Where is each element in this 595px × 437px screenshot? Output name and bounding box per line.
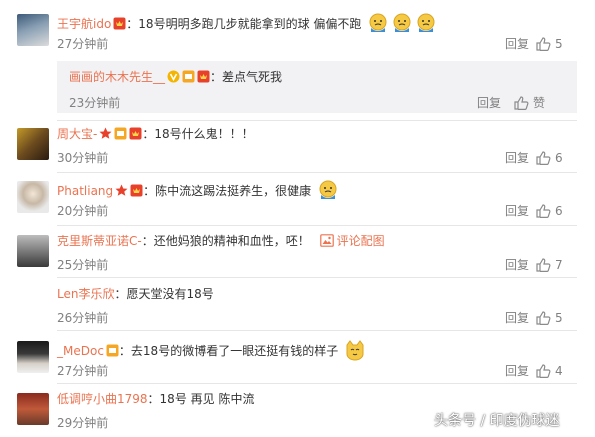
like-button[interactable]: 7	[535, 257, 577, 273]
reply-button[interactable]: 回复	[505, 203, 529, 219]
doge-emoji-icon	[319, 180, 337, 199]
like-count: 6	[555, 204, 563, 218]
comment-time: 29分钟前	[57, 416, 109, 430]
comment-text: ：还他妈狼的精神和血性，呸！	[141, 234, 310, 248]
comment-text: ：陈中流这踢法挺养生，很健康	[143, 184, 312, 198]
comment-text: ：18号 再见 陈中流	[147, 392, 255, 406]
comment-text: ：去18号的微博看了一眼还挺有钱的样子	[118, 344, 339, 358]
sub-comment-username[interactable]: 画画的木木先生__	[69, 70, 165, 84]
doge-emoji-icon	[369, 13, 387, 32]
reply-button[interactable]: 回复	[505, 257, 529, 273]
like-button[interactable]: 5	[535, 36, 577, 52]
comment-divider	[57, 172, 577, 173]
thumbs-up-icon	[536, 151, 551, 165]
thumbs-up-icon	[536, 364, 551, 378]
like-label: 赞	[533, 96, 546, 110]
image-icon	[319, 234, 334, 247]
member-crown-icon[interactable]	[130, 184, 143, 197]
comment-divider	[57, 277, 577, 278]
like-count: 6	[555, 151, 563, 165]
comment-username[interactable]: 周大宝-	[57, 127, 97, 141]
sub-comment-text: ：差点气死我	[210, 70, 283, 84]
comment-divider	[57, 225, 577, 226]
fan-badge-icon	[106, 344, 119, 357]
thumbs-up-icon	[514, 96, 529, 110]
comment-username[interactable]: Len李乐欣	[57, 287, 114, 301]
like-count: 5	[555, 37, 563, 51]
reply-button[interactable]: 回复	[477, 95, 501, 111]
like-button[interactable]: 6	[535, 203, 577, 219]
comment-text: ：18号什么鬼！！！	[142, 127, 254, 141]
member-crown-icon[interactable]	[113, 17, 126, 30]
comment-time: 25分钟前	[57, 258, 109, 272]
reply-button[interactable]: 回复	[505, 36, 529, 52]
reply-button[interactable]: 回复	[505, 150, 529, 166]
thumbs-up-icon	[536, 204, 551, 218]
cat-face-emoji-icon	[346, 340, 364, 361]
like-button[interactable]: 6	[535, 150, 577, 166]
comment-time: 27分钟前	[57, 364, 109, 378]
like-count: 5	[555, 311, 563, 325]
sub-comment-time: 23分钟前	[69, 96, 121, 110]
comment-divider	[57, 120, 577, 121]
like-button[interactable]: 5	[535, 310, 577, 326]
avatar[interactable]	[17, 393, 49, 425]
like-button[interactable]: 4	[535, 363, 577, 379]
avatar[interactable]	[17, 128, 49, 160]
comment-divider	[57, 330, 577, 331]
comment-username[interactable]: Phatliang	[57, 184, 113, 198]
like-count: 4	[555, 364, 563, 378]
member-crown-icon[interactable]	[197, 70, 210, 83]
comment-username[interactable]: _MeDoc	[57, 344, 104, 358]
reply-button[interactable]: 回复	[505, 310, 529, 326]
comment-time: 20分钟前	[57, 204, 109, 218]
avatar[interactable]	[17, 181, 49, 213]
sub-comment-box: 画画的木木先生__ ：差点气死我 23分钟前 回复 赞	[57, 61, 577, 113]
fan-badge-icon	[182, 70, 195, 83]
star-icon	[99, 127, 112, 139]
comment-username[interactable]: 王宇航ido	[57, 17, 111, 31]
watermark: 头条号 / 印度伪球迷	[434, 413, 560, 429]
member-crown-icon[interactable]	[129, 127, 142, 140]
verified-v-icon	[167, 70, 180, 83]
comment-divider	[57, 383, 577, 384]
like-button[interactable]: 赞	[513, 95, 555, 111]
thumbs-up-icon	[536, 311, 551, 325]
comment-image-link[interactable]: 评论配图	[337, 234, 385, 248]
comment-text: ：18号明明多跑几步就能拿到的球 偏偏不跑	[126, 17, 362, 31]
comment-text: ：愿天堂没有18号	[114, 287, 214, 301]
thumbs-up-icon	[536, 37, 551, 51]
comment-username[interactable]: 克里斯蒂亚诺C-	[57, 234, 142, 248]
avatar[interactable]	[17, 14, 49, 46]
thumbs-up-icon	[536, 258, 551, 272]
avatar[interactable]	[17, 341, 49, 373]
doge-emoji-icon	[393, 13, 411, 32]
doge-emoji-icon	[417, 13, 435, 32]
comment-time: 26分钟前	[57, 311, 109, 325]
fan-badge-icon	[114, 127, 127, 140]
reply-button[interactable]: 回复	[505, 363, 529, 379]
comment-time: 27分钟前	[57, 37, 109, 51]
comment-username[interactable]: 低调哼小曲1798	[57, 392, 148, 406]
like-count: 7	[555, 258, 563, 272]
comment-time: 30分钟前	[57, 151, 109, 165]
star-icon	[115, 184, 128, 196]
avatar[interactable]	[17, 235, 49, 267]
